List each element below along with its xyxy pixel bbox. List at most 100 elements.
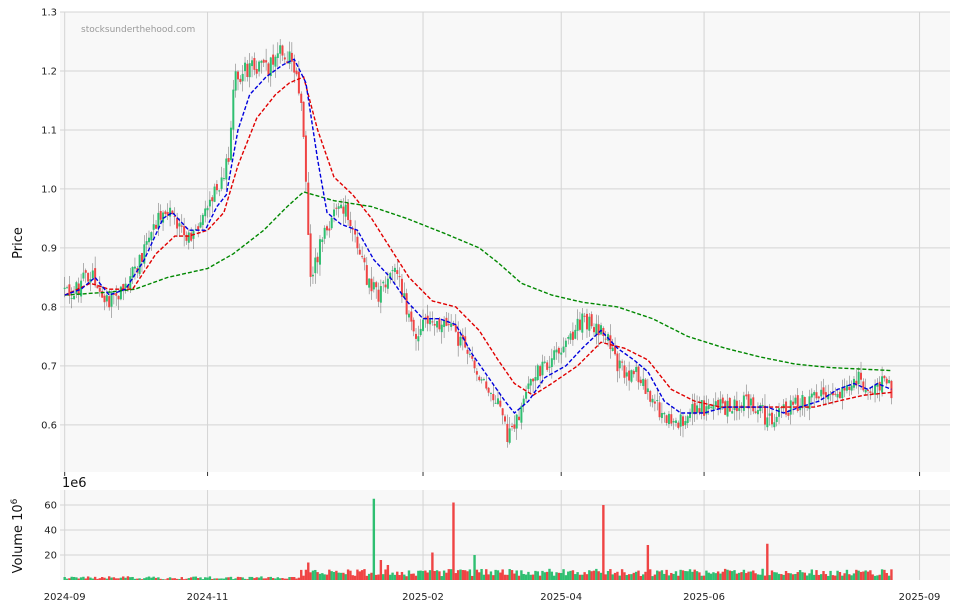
volume-bar xyxy=(742,569,746,580)
volume-bar xyxy=(763,575,767,580)
volume-bar xyxy=(590,571,593,580)
candle-body xyxy=(885,378,888,384)
candle-body xyxy=(478,376,481,381)
volume-bar xyxy=(248,576,251,580)
candle-body xyxy=(625,372,628,377)
volume-bar xyxy=(288,577,291,580)
volume-bar xyxy=(637,570,640,580)
candle-body xyxy=(405,293,408,315)
volume-bar xyxy=(330,571,333,580)
candle-body xyxy=(180,225,183,227)
candle-body xyxy=(274,56,277,67)
volume-bar xyxy=(618,575,621,580)
volume-bar xyxy=(782,574,785,580)
candle-body xyxy=(431,321,434,323)
candle-body xyxy=(91,270,94,279)
candle-body xyxy=(691,404,694,414)
candle-body xyxy=(372,282,375,290)
volume-bar xyxy=(749,571,753,580)
volume-bar xyxy=(878,574,881,580)
candle-body xyxy=(834,393,837,395)
candle-body xyxy=(178,223,181,227)
candle-body xyxy=(258,61,261,72)
volume-bar xyxy=(133,578,137,580)
volume-bar xyxy=(393,574,397,580)
candle-body xyxy=(857,371,860,385)
candle-body xyxy=(276,53,279,58)
candle-body xyxy=(63,287,66,290)
volume-bar xyxy=(218,578,221,580)
volume-bar xyxy=(126,576,130,580)
volume-bar xyxy=(264,578,268,580)
candle-body xyxy=(717,399,720,410)
volume-bar xyxy=(761,568,764,580)
candle-body xyxy=(265,60,268,63)
volume-bar xyxy=(658,571,661,580)
candle-body xyxy=(820,389,823,397)
candle-body xyxy=(651,398,654,403)
candle-body xyxy=(66,287,69,289)
volume-bar xyxy=(346,569,350,580)
volume-bar xyxy=(112,577,116,580)
volume-bar xyxy=(182,579,186,580)
volume-bar xyxy=(257,577,261,580)
volume-bar xyxy=(110,577,113,580)
volume-bar xyxy=(634,571,638,580)
volume-bar xyxy=(794,574,797,580)
volume-bar xyxy=(784,570,788,580)
volume-bar xyxy=(365,575,369,580)
candle-body xyxy=(623,365,626,378)
volume-bar xyxy=(752,570,755,580)
volume-bar xyxy=(592,570,596,580)
volume-bar xyxy=(625,575,628,580)
volume-bar xyxy=(815,570,818,580)
volume-bar xyxy=(452,502,455,580)
volume-bar xyxy=(480,568,483,580)
volume-bar xyxy=(773,572,776,580)
candle-body xyxy=(422,319,425,331)
candle-body xyxy=(667,413,670,425)
volume-bar xyxy=(609,569,612,580)
volume-bar xyxy=(859,571,863,580)
candle-body xyxy=(283,57,286,60)
candle-body xyxy=(546,362,549,370)
candle-body xyxy=(543,361,546,363)
volume-bar xyxy=(344,574,347,580)
volume-bar xyxy=(424,570,427,580)
candle-body xyxy=(213,186,216,202)
price-y-tick-label: 0.7 xyxy=(41,361,57,372)
candle-body xyxy=(415,333,417,339)
volume-bar xyxy=(335,570,338,580)
volume-bar xyxy=(691,571,694,580)
volume-bar xyxy=(684,571,687,580)
candle-body xyxy=(862,381,865,391)
candle-body xyxy=(473,360,476,369)
candle-body xyxy=(581,313,584,333)
volume-bar xyxy=(147,576,151,580)
candle-body xyxy=(822,387,825,395)
volume-bar xyxy=(527,571,530,580)
volume-bar xyxy=(447,569,450,580)
candle-body xyxy=(218,190,221,192)
candle-body xyxy=(152,224,155,230)
candle-body xyxy=(642,378,645,387)
candle-body xyxy=(632,370,635,375)
volume-bar xyxy=(382,574,385,580)
candle-body xyxy=(742,395,745,411)
candle-body xyxy=(457,331,460,346)
volume-bar xyxy=(196,578,200,580)
volume-bar xyxy=(145,577,148,580)
volume-bar xyxy=(660,570,664,580)
volume-bar xyxy=(122,576,125,580)
volume-bar xyxy=(117,578,120,580)
candle-body xyxy=(588,316,591,331)
candle-body xyxy=(447,324,450,326)
volume-bar xyxy=(663,573,666,580)
candle-body xyxy=(726,400,729,417)
volume-bar xyxy=(787,573,790,580)
x-tick-label: 2025-06 xyxy=(683,592,725,603)
candle-body xyxy=(536,365,539,381)
volume-bar xyxy=(140,579,144,580)
volume-bar xyxy=(707,572,710,580)
volume-bar xyxy=(194,576,198,580)
